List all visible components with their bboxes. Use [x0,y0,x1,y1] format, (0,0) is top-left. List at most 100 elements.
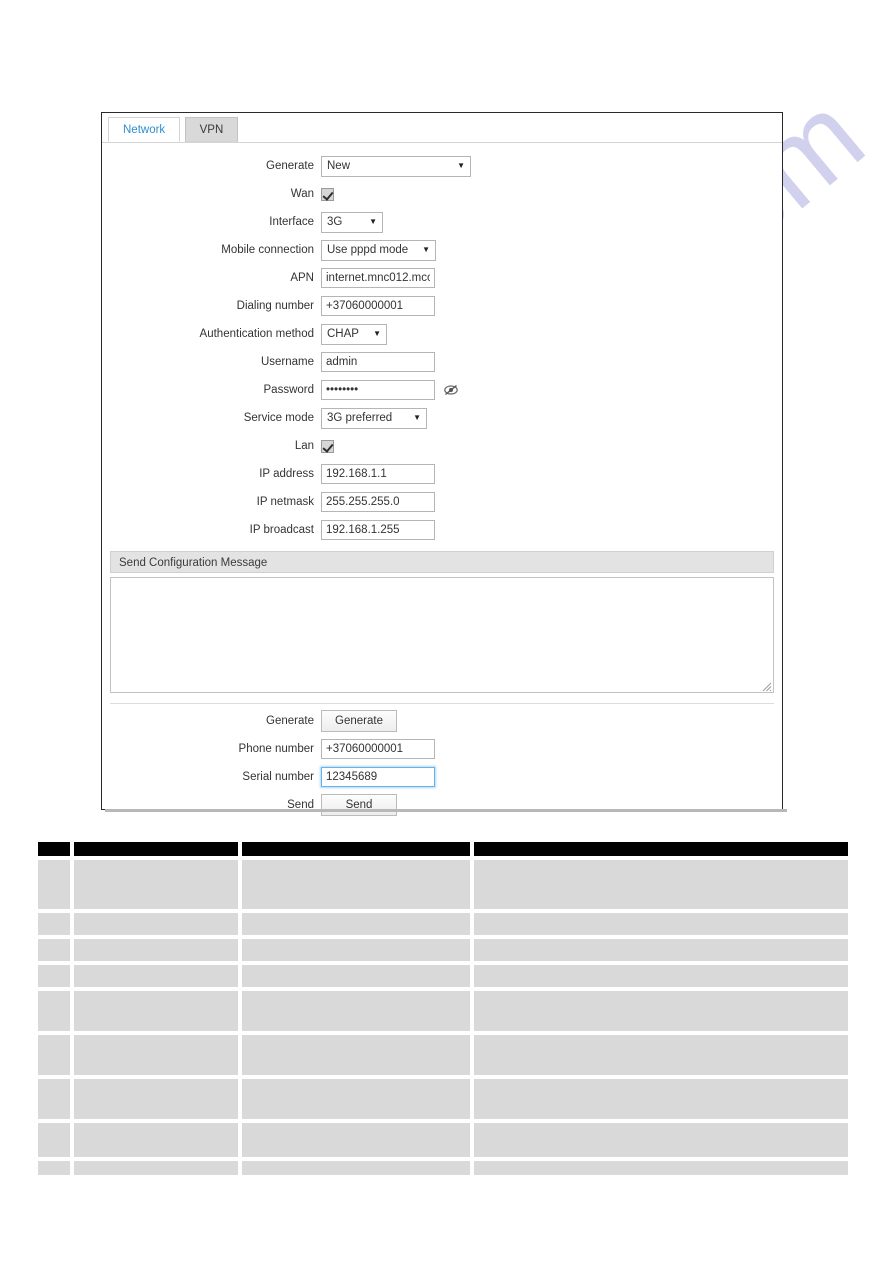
table-body [36,840,850,1177]
table-cell [72,1121,240,1159]
table-row [36,911,850,937]
configuration-message-textarea[interactable] [110,577,774,693]
label-lan: Lan [294,440,314,452]
lan-checkbox[interactable] [321,439,334,453]
mobile-connection-select-value: Use pppd mode [327,244,409,256]
table-cell [472,989,850,1033]
table-cell [72,1033,240,1077]
row-dialing-number: Dialing number [102,295,782,317]
table-cell [472,1033,850,1077]
interface-select[interactable]: 3G ▼ [321,211,383,233]
table-cell [240,1121,472,1159]
table-cell [240,963,472,989]
table-cell [472,911,850,937]
ip-netmask-input[interactable] [321,492,435,512]
table-header-row [36,840,850,858]
label-phone-number: Phone number [238,743,314,755]
table-cell [472,1159,850,1177]
auth-method-select[interactable]: CHAP ▼ [321,323,387,345]
row-phone-number: Phone number [102,738,782,760]
send-button[interactable]: Send [321,794,397,816]
service-mode-select-value: 3G preferred [327,412,393,424]
table-cell [240,937,472,963]
row-apn: APN [102,267,782,289]
label-ip-netmask: IP netmask [256,496,314,508]
generate-select-value: New [327,160,351,172]
table-cell [36,1077,72,1121]
label-service-mode: Service mode [243,412,314,424]
row-mobile-connection: Mobile connection Use pppd mode ▼ [102,239,782,261]
row-generate-button: Generate Generate [102,710,782,732]
tab-bar: Network VPN [102,117,782,143]
table-cell [36,858,72,911]
label-dialing-number: Dialing number [236,300,314,312]
label-username: Username [260,356,314,368]
chevron-down-icon: ▼ [457,161,465,170]
ip-address-input[interactable] [321,464,435,484]
password-input[interactable] [321,380,435,400]
row-password: Password [102,379,782,401]
table-cell [72,989,240,1033]
table-cell [72,937,240,963]
eye-slash-icon[interactable] [443,383,459,397]
label-apn: APN [290,272,314,284]
table-cell [472,1121,850,1159]
apn-input[interactable] [321,268,435,288]
table-cell [240,1033,472,1077]
row-username: Username [102,351,782,373]
table-cell [72,963,240,989]
table-cell [240,1077,472,1121]
table-cell [36,1033,72,1077]
dialing-number-input[interactable] [321,296,435,316]
table-header-cell-2 [72,840,240,858]
label-wan: Wan [290,188,314,200]
generate-button[interactable]: Generate [321,710,397,732]
serial-number-input[interactable] [321,767,435,787]
label-password: Password [263,384,315,396]
table-cell [72,858,240,911]
row-auth-method: Authentication method CHAP ▼ [102,323,782,345]
table-cell [36,963,72,989]
table-row [36,1077,850,1121]
table-cell [36,937,72,963]
table-cell [36,989,72,1033]
label-ip-address: IP address [259,468,314,480]
table-header-cell-3 [240,840,472,858]
message-textarea-wrapper [110,577,774,693]
table-cell [36,1159,72,1177]
tab-network-label: Network [123,124,166,136]
table-row [36,963,850,989]
mobile-connection-select[interactable]: Use pppd mode ▼ [321,239,436,261]
label-interface: Interface [269,216,314,228]
row-serial-number: Serial number [102,766,782,788]
tab-network[interactable]: Network [108,117,181,142]
label-generate: Generate [266,160,314,172]
router-config-panel: Network VPN Generate New ▼ Wan Interface… [101,112,787,816]
table-cell [240,911,472,937]
row-ip-netmask: IP netmask [102,491,782,513]
table-cell [472,1077,850,1121]
service-mode-select[interactable]: 3G preferred ▼ [321,407,427,429]
table-cell [472,963,850,989]
row-ip-broadcast: IP broadcast [102,519,782,541]
table-cell [472,937,850,963]
wan-checkbox[interactable] [321,187,334,201]
table-cell [240,989,472,1033]
table-row [36,858,850,911]
label-auth-method: Authentication method [199,328,314,340]
label-ip-broadcast: IP broadcast [249,524,314,536]
table-header-cell-1 [36,840,72,858]
table-cell [72,1159,240,1177]
table-row [36,1033,850,1077]
table-row [36,1121,850,1159]
table-row [36,1159,850,1177]
chevron-down-icon: ▼ [369,217,377,226]
phone-number-input[interactable] [321,739,435,759]
ip-broadcast-input[interactable] [321,520,435,540]
generate-select[interactable]: New ▼ [321,155,471,177]
username-input[interactable] [321,352,435,372]
tab-vpn[interactable]: VPN [184,117,239,142]
label-mobile-connection: Mobile connection [221,244,314,256]
specification-table [36,840,850,1177]
auth-method-select-value: CHAP [327,328,359,340]
